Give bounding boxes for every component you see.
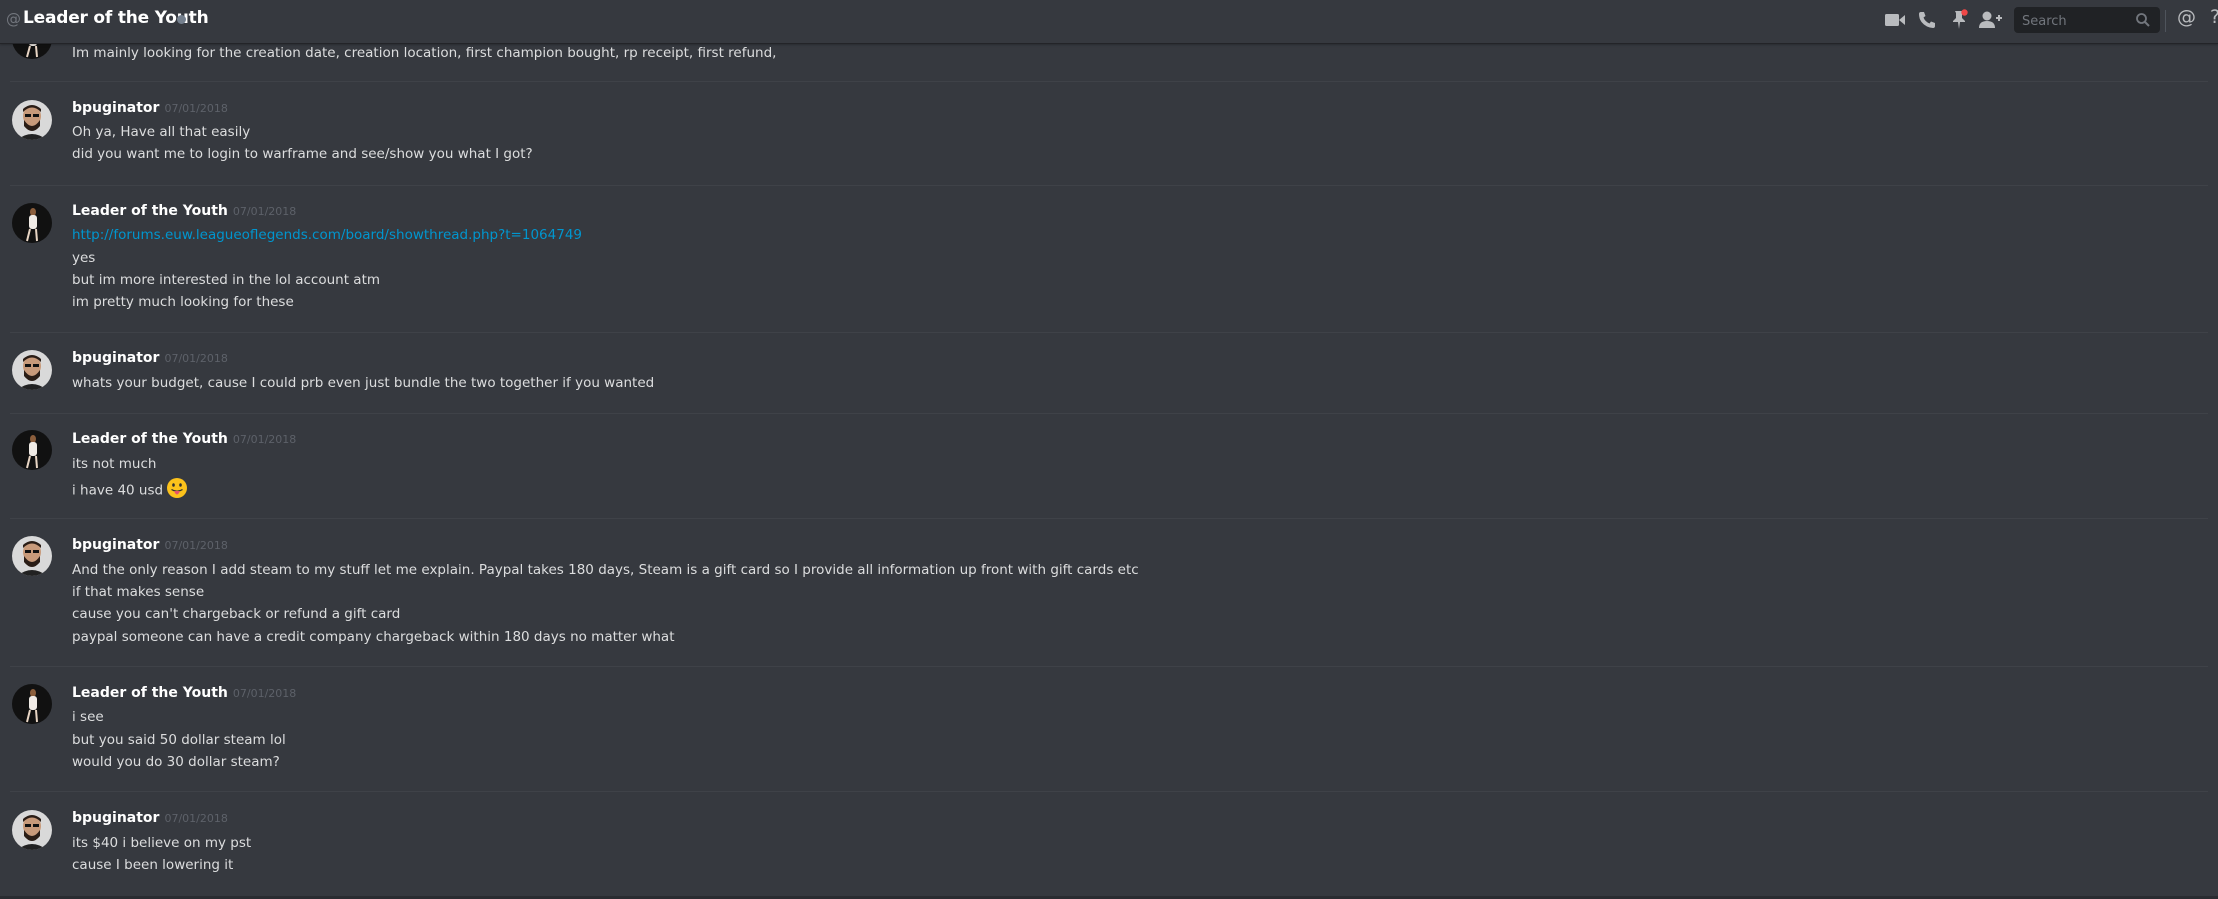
- message-divider: [10, 81, 2208, 82]
- timestamp: 07/01/2018: [164, 539, 228, 552]
- message-link[interactable]: http://forums.euw.leagueoflegends.com/bo…: [72, 226, 582, 244]
- avatar[interactable]: [12, 100, 52, 140]
- timestamp: 07/01/2018: [232, 687, 297, 700]
- author-name[interactable]: Leader of the Youth 07/01/2018: [72, 203, 296, 219]
- timestamp: 07/01/2018: [164, 102, 228, 115]
- dm-at-icon: @: [6, 10, 21, 28]
- help-icon[interactable]: ?: [2210, 6, 2218, 28]
- pinned-messages-icon[interactable]: [1947, 9, 1971, 31]
- mentions-icon[interactable]: @: [2177, 6, 2196, 28]
- video-call-icon[interactable]: [1883, 9, 1907, 31]
- message-text: Im mainly looking for the creation date,…: [72, 45, 777, 61]
- avatar[interactable]: [12, 350, 52, 390]
- message-divider: [10, 791, 2208, 792]
- message-text: cause you can't chargeback or refund a g…: [72, 606, 401, 622]
- author-name[interactable]: bpuginator 07/01/2018: [72, 810, 228, 826]
- author-name[interactable]: bpuginator 07/01/2018: [72, 100, 228, 116]
- message-text: im pretty much looking for these: [72, 294, 294, 310]
- author-name[interactable]: Leader of the Youth 07/01/2018: [72, 431, 296, 447]
- avatar[interactable]: [12, 430, 52, 470]
- avatar[interactable]: [12, 684, 52, 724]
- message-text: Oh ya, Have all that easily: [72, 124, 251, 140]
- message-text: i see: [72, 709, 104, 725]
- message-text: whats your budget, cause I could prb eve…: [72, 375, 655, 391]
- avatar[interactable]: [12, 536, 52, 576]
- header-divider: [2165, 10, 2166, 32]
- avatar[interactable]: [12, 203, 52, 243]
- message-text: but im more interested in the lol accoun…: [72, 272, 381, 288]
- search-box[interactable]: [2014, 7, 2160, 33]
- message-text: did you want me to login to warframe and…: [72, 146, 533, 162]
- add-friend-icon[interactable]: [1978, 9, 2002, 31]
- message-text: And the only reason I add steam to my st…: [72, 562, 1139, 578]
- status-indicator: [177, 15, 186, 24]
- avatar[interactable]: [12, 810, 52, 850]
- message-text: cause I been lowering it: [72, 857, 234, 873]
- message-list[interactable]: Im mainly looking for the creation date,…: [0, 0, 2218, 899]
- message-divider: [10, 185, 2208, 186]
- message-divider: [10, 518, 2208, 519]
- message-divider: [10, 666, 2208, 667]
- author-name[interactable]: bpuginator 07/01/2018: [72, 350, 228, 366]
- message-text: paypal someone can have a credit company…: [72, 629, 675, 645]
- timestamp: 07/01/2018: [164, 352, 228, 365]
- message-text: its $40 i believe on my pst: [72, 835, 252, 851]
- dm-window: Im mainly looking for the creation date,…: [0, 0, 2218, 899]
- search-icon[interactable]: [2135, 12, 2151, 32]
- author-name[interactable]: bpuginator 07/01/2018: [72, 537, 228, 553]
- timestamp: 07/01/2018: [232, 433, 297, 446]
- message-text: if that makes sense: [72, 584, 205, 600]
- message-divider: [10, 332, 2208, 333]
- message-text: yes: [72, 250, 96, 266]
- author-name[interactable]: Leader of the Youth 07/01/2018: [72, 685, 296, 701]
- message-text: its not much: [72, 456, 157, 472]
- message-text: would you do 30 dollar steam?: [72, 754, 280, 770]
- message-text: i have 40 usd: [72, 477, 188, 504]
- message-text: but you said 50 dollar steam lol: [72, 732, 286, 748]
- tongue-emoji-icon: [166, 477, 188, 504]
- message-divider: [10, 413, 2208, 414]
- timestamp: 07/01/2018: [164, 812, 228, 825]
- timestamp: 07/01/2018: [232, 205, 297, 218]
- search-input[interactable]: [2020, 10, 2134, 32]
- channel-header: @ Leader of the Youth @ ?: [0, 0, 2218, 44]
- voice-call-icon[interactable]: [1915, 9, 1939, 31]
